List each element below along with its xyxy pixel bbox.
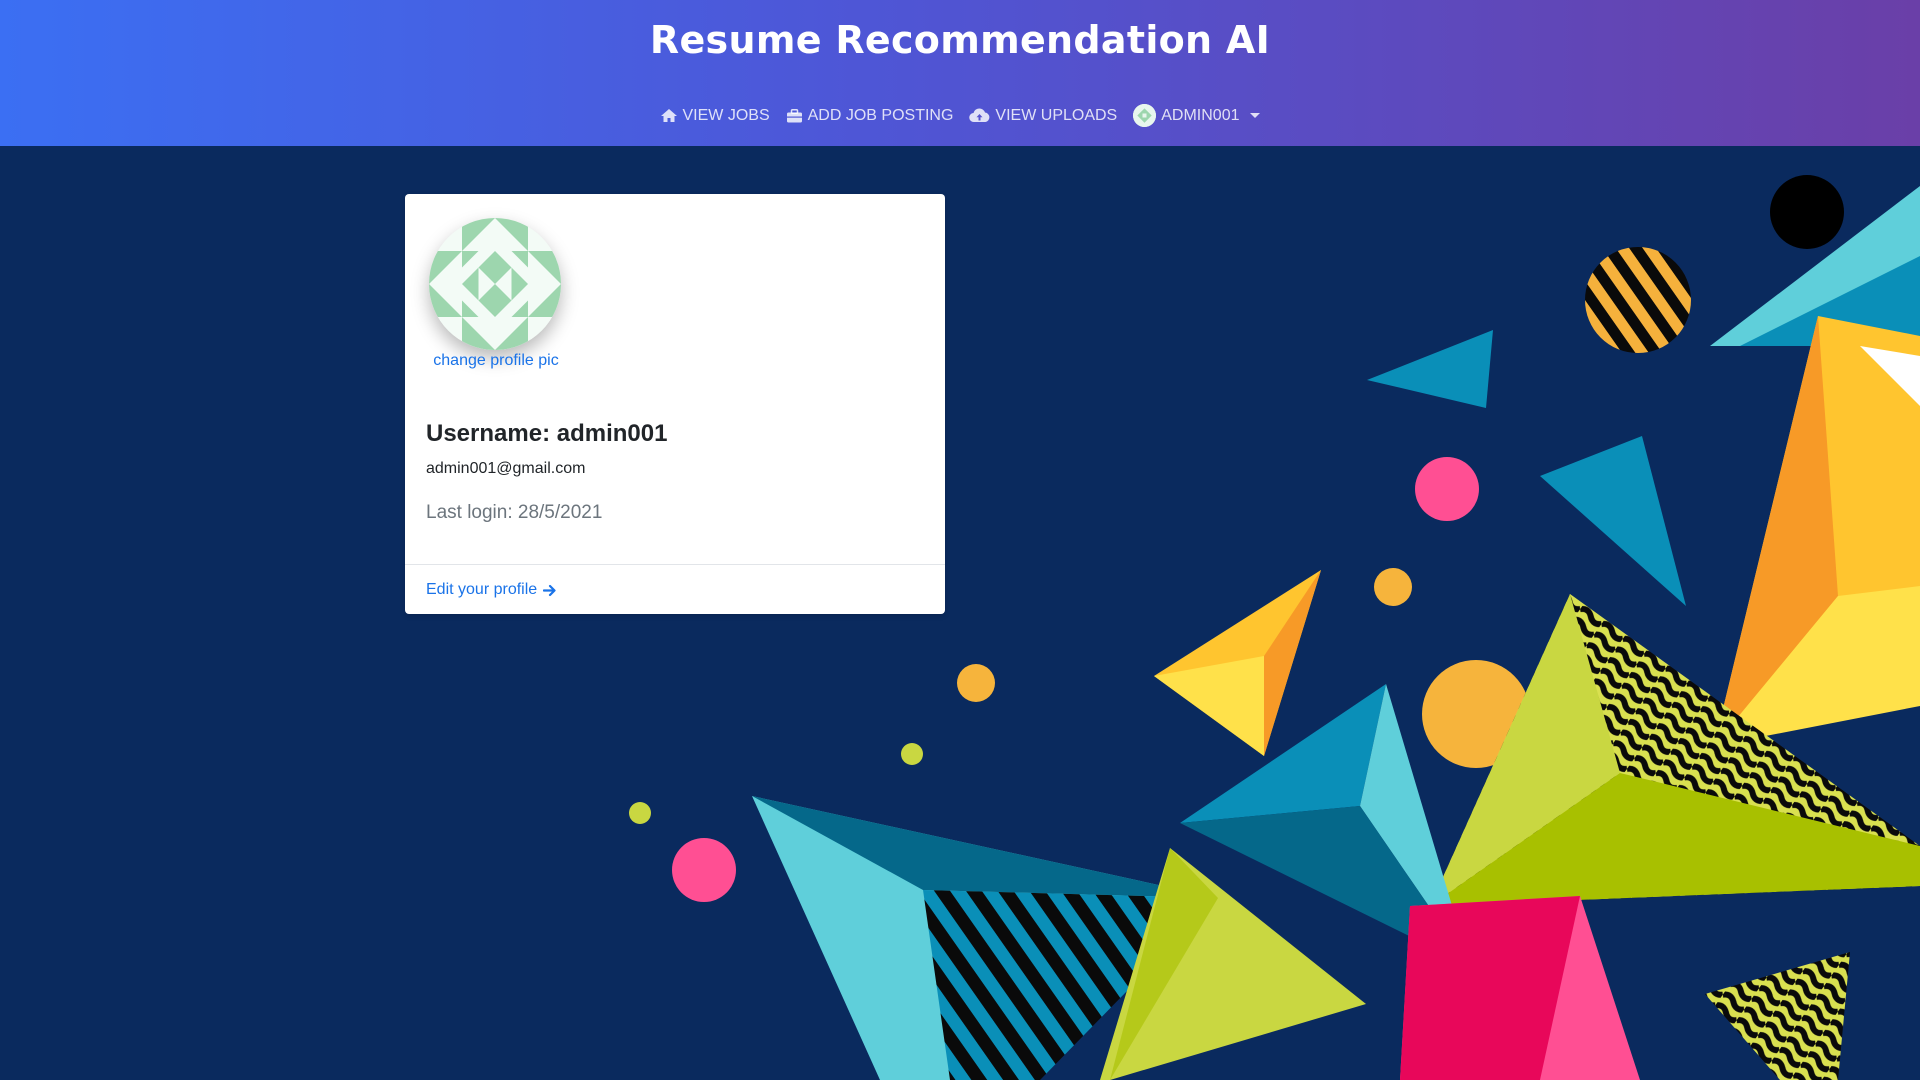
- main-nav: VIEW JOBS ADD JOB POSTING VIEW UPLOADS A…: [0, 104, 1920, 127]
- card-footer: Edit your profile: [405, 564, 945, 614]
- nav-view-jobs[interactable]: VIEW JOBS: [660, 107, 770, 125]
- avatar: [1133, 104, 1157, 127]
- profile-username: Username: admin001: [426, 420, 668, 447]
- change-profile-pic-link[interactable]: change profile pic: [431, 352, 561, 370]
- site-title: Resume Recommendation AI: [649, 18, 1271, 62]
- profile-email: admin001@gmail.com: [426, 460, 586, 477]
- nav-view-uploads-label: VIEW UPLOADS: [995, 106, 1118, 124]
- nav-user-menu[interactable]: ADMIN001: [1133, 104, 1261, 127]
- nav-user-menu-label: ADMIN001: [1161, 106, 1240, 124]
- arrow-right-icon: [543, 584, 556, 596]
- top-header: Resume Recommendation AI VIEW JOBS ADD J…: [0, 0, 1920, 146]
- edit-profile-link[interactable]: Edit your profile: [426, 581, 557, 599]
- identicon-image: [429, 218, 561, 350]
- profile-avatar[interactable]: [429, 218, 561, 350]
- nav-add-job-posting-label: ADD JOB POSTING: [807, 106, 954, 124]
- home-icon: [660, 109, 677, 122]
- briefcase-icon: [786, 108, 802, 122]
- profile-last-login: Last login: 28/5/2021: [426, 502, 603, 523]
- edit-profile-label: Edit your profile: [426, 581, 538, 598]
- nav-view-uploads[interactable]: VIEW UPLOADS: [969, 107, 1117, 125]
- decorative-background-art: [629, 175, 1920, 1080]
- profile-card: change profile pic Username: admin001 ad…: [405, 194, 945, 614]
- cloud-upload-icon: [969, 108, 990, 123]
- nav-add-job-posting[interactable]: ADD JOB POSTING: [786, 106, 954, 125]
- nav-view-jobs-label: VIEW JOBS: [682, 106, 770, 124]
- chevron-down-icon: [1250, 113, 1261, 118]
